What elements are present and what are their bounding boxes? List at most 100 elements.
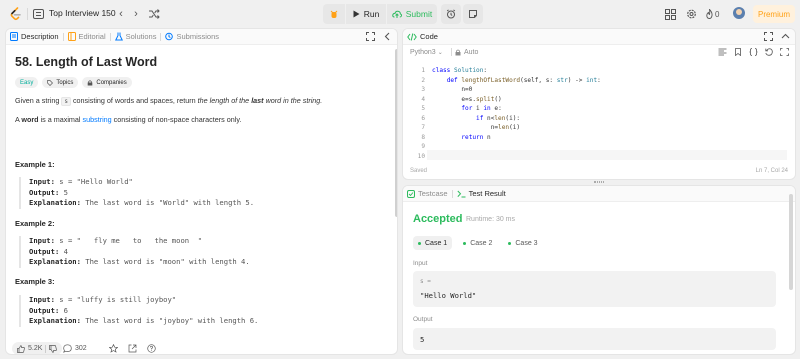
submit-button[interactable]: Submit: [387, 4, 437, 24]
example-input-label: Input:: [29, 295, 55, 304]
tab-testcase[interactable]: Testcase: [403, 186, 452, 202]
language-value: Python3: [410, 48, 436, 56]
tab-description[interactable]: Description: [6, 29, 63, 45]
tab-code[interactable]: Code: [403, 29, 442, 45]
pass-dot: [508, 241, 512, 245]
thumbs-down-icon[interactable]: [49, 344, 58, 353]
code-editor[interactable]: class Solution: def lengthOfLastWord(sel…: [432, 66, 601, 161]
braces-icon[interactable]: [749, 48, 758, 56]
problem-list-icon[interactable]: [33, 9, 44, 19]
chevron-left-icon[interactable]: ‹: [116, 8, 126, 20]
fire-icon: [706, 9, 713, 19]
settings-gear-icon[interactable]: [686, 7, 697, 21]
bookmark-icon[interactable]: [734, 48, 742, 56]
language-select[interactable]: Python3 ⌄: [410, 49, 443, 56]
input-box[interactable]: s = "Hello World": [413, 271, 776, 307]
help-circle-icon[interactable]: [147, 344, 156, 353]
action-bar: Run Submit: [323, 4, 483, 24]
example-input-label: Input:: [29, 177, 55, 186]
code-line: for i in e:: [461, 105, 502, 112]
case-tab-1[interactable]: Case 1: [413, 236, 453, 250]
layout-grid-icon[interactable]: [665, 7, 676, 21]
description-tabbar: Description Editorial Solutions Submissi…: [6, 29, 397, 45]
line-number: 1: [421, 67, 425, 74]
output-label: Output: [413, 316, 433, 323]
resize-handle[interactable]: [594, 181, 604, 183]
line-number: 10: [417, 152, 425, 160]
maximize-icon[interactable]: [366, 32, 375, 41]
chevron-right-icon[interactable]: ›: [131, 8, 141, 20]
result-scrollbar[interactable]: [789, 194, 793, 290]
shuffle-icon[interactable]: [148, 8, 160, 20]
play-icon: [353, 10, 360, 18]
avatar[interactable]: [733, 7, 745, 19]
companies-label: Companies: [96, 79, 127, 86]
maximize-icon[interactable]: [764, 32, 773, 41]
statement-text: is a maximal: [38, 115, 83, 124]
example-explanation-label: Explanation:: [29, 257, 81, 266]
collapse-left-icon[interactable]: [383, 32, 392, 41]
case-label: Case 1: [425, 239, 448, 247]
problem-list-title[interactable]: Top Interview 150: [49, 8, 116, 18]
star-icon[interactable]: [109, 344, 118, 353]
example-output-label: Output:: [29, 187, 60, 197]
share-icon[interactable]: [128, 344, 137, 353]
output-box[interactable]: 5: [413, 328, 776, 350]
code-brackets-icon: [407, 32, 417, 41]
description-scrollbar[interactable]: [395, 49, 397, 217]
code-panel: Code Python3 ⌄ Auto 1 2 3 4 5 6 7 8 9 10…: [402, 28, 796, 180]
top-nav: Top Interview 150 ‹ › Run Submit 0 Premi…: [0, 0, 800, 28]
example-output: 6: [59, 305, 68, 315]
code-line: return n: [461, 133, 491, 141]
auto-mode-toggle[interactable]: Auto: [455, 49, 478, 56]
example-title: Example 2:: [15, 219, 55, 228]
line-number: 3: [421, 86, 425, 93]
tab-test-result[interactable]: Test Result: [453, 186, 510, 202]
pass-dot: [418, 241, 421, 245]
code-line: e=s.split(): [432, 95, 502, 103]
substring-link[interactable]: substring: [83, 115, 112, 124]
streak-count: 0: [715, 9, 720, 19]
line-number: 9: [421, 143, 425, 150]
leetcode-logo-icon[interactable]: [9, 7, 23, 21]
output-value: 5: [420, 335, 425, 344]
problem-tags: Easy Topics Companies: [15, 77, 385, 88]
timer-button[interactable]: [441, 4, 461, 24]
reset-icon[interactable]: [765, 48, 773, 56]
comments-button[interactable]: 302: [63, 342, 87, 354]
case-tab-2[interactable]: Case 2: [458, 236, 497, 250]
case-tabs: Case 1 Case 2 Case 3: [413, 236, 543, 250]
problem-title[interactable]: 58. Length of Last Word: [15, 55, 385, 69]
topics-label: Topics: [56, 79, 74, 86]
statement-emphasis: word in the string.: [263, 96, 323, 105]
premium-button[interactable]: Premium: [753, 5, 795, 23]
run-button[interactable]: Run: [346, 4, 386, 24]
word-definition: A word is a maximal substring consisting…: [15, 115, 385, 125]
debug-button[interactable]: [323, 4, 345, 24]
companies-button[interactable]: Companies: [82, 77, 132, 88]
line-number: 7: [421, 124, 425, 131]
statement-emphasis: the length of the: [197, 96, 252, 105]
alarm-clock-icon: [446, 9, 456, 19]
case-label: Case 2: [470, 239, 493, 247]
code-tabbar: Code: [403, 29, 795, 45]
example-block: Input: s = "luffy is still joyboy" Outpu…: [19, 295, 369, 327]
tab-editorial[interactable]: Editorial: [64, 29, 110, 45]
line-number: 8: [421, 133, 425, 141]
result-status: Accepted: [413, 213, 463, 225]
format-icon[interactable]: [718, 48, 727, 56]
line-number: 6: [421, 114, 425, 122]
notes-button[interactable]: [463, 4, 483, 24]
example-input: s = "luffy is still joyboy": [54, 295, 177, 304]
like-button[interactable]: 5.2K: [12, 342, 63, 354]
statement-text: consisting of words and spaces, return: [70, 96, 198, 105]
collapse-up-icon[interactable]: [781, 32, 790, 41]
case-tab-3[interactable]: Case 3: [503, 236, 542, 250]
tab-submissions[interactable]: Submissions: [161, 29, 223, 45]
auto-label: Auto: [464, 48, 479, 56]
code-line: def lengthOfLastWord(self, s: str) -> in…: [446, 76, 601, 84]
streak-counter[interactable]: 0: [706, 7, 726, 21]
tab-solutions[interactable]: Solutions: [111, 29, 161, 45]
fullscreen-icon[interactable]: [780, 48, 789, 56]
topics-button[interactable]: Topics: [42, 77, 79, 88]
